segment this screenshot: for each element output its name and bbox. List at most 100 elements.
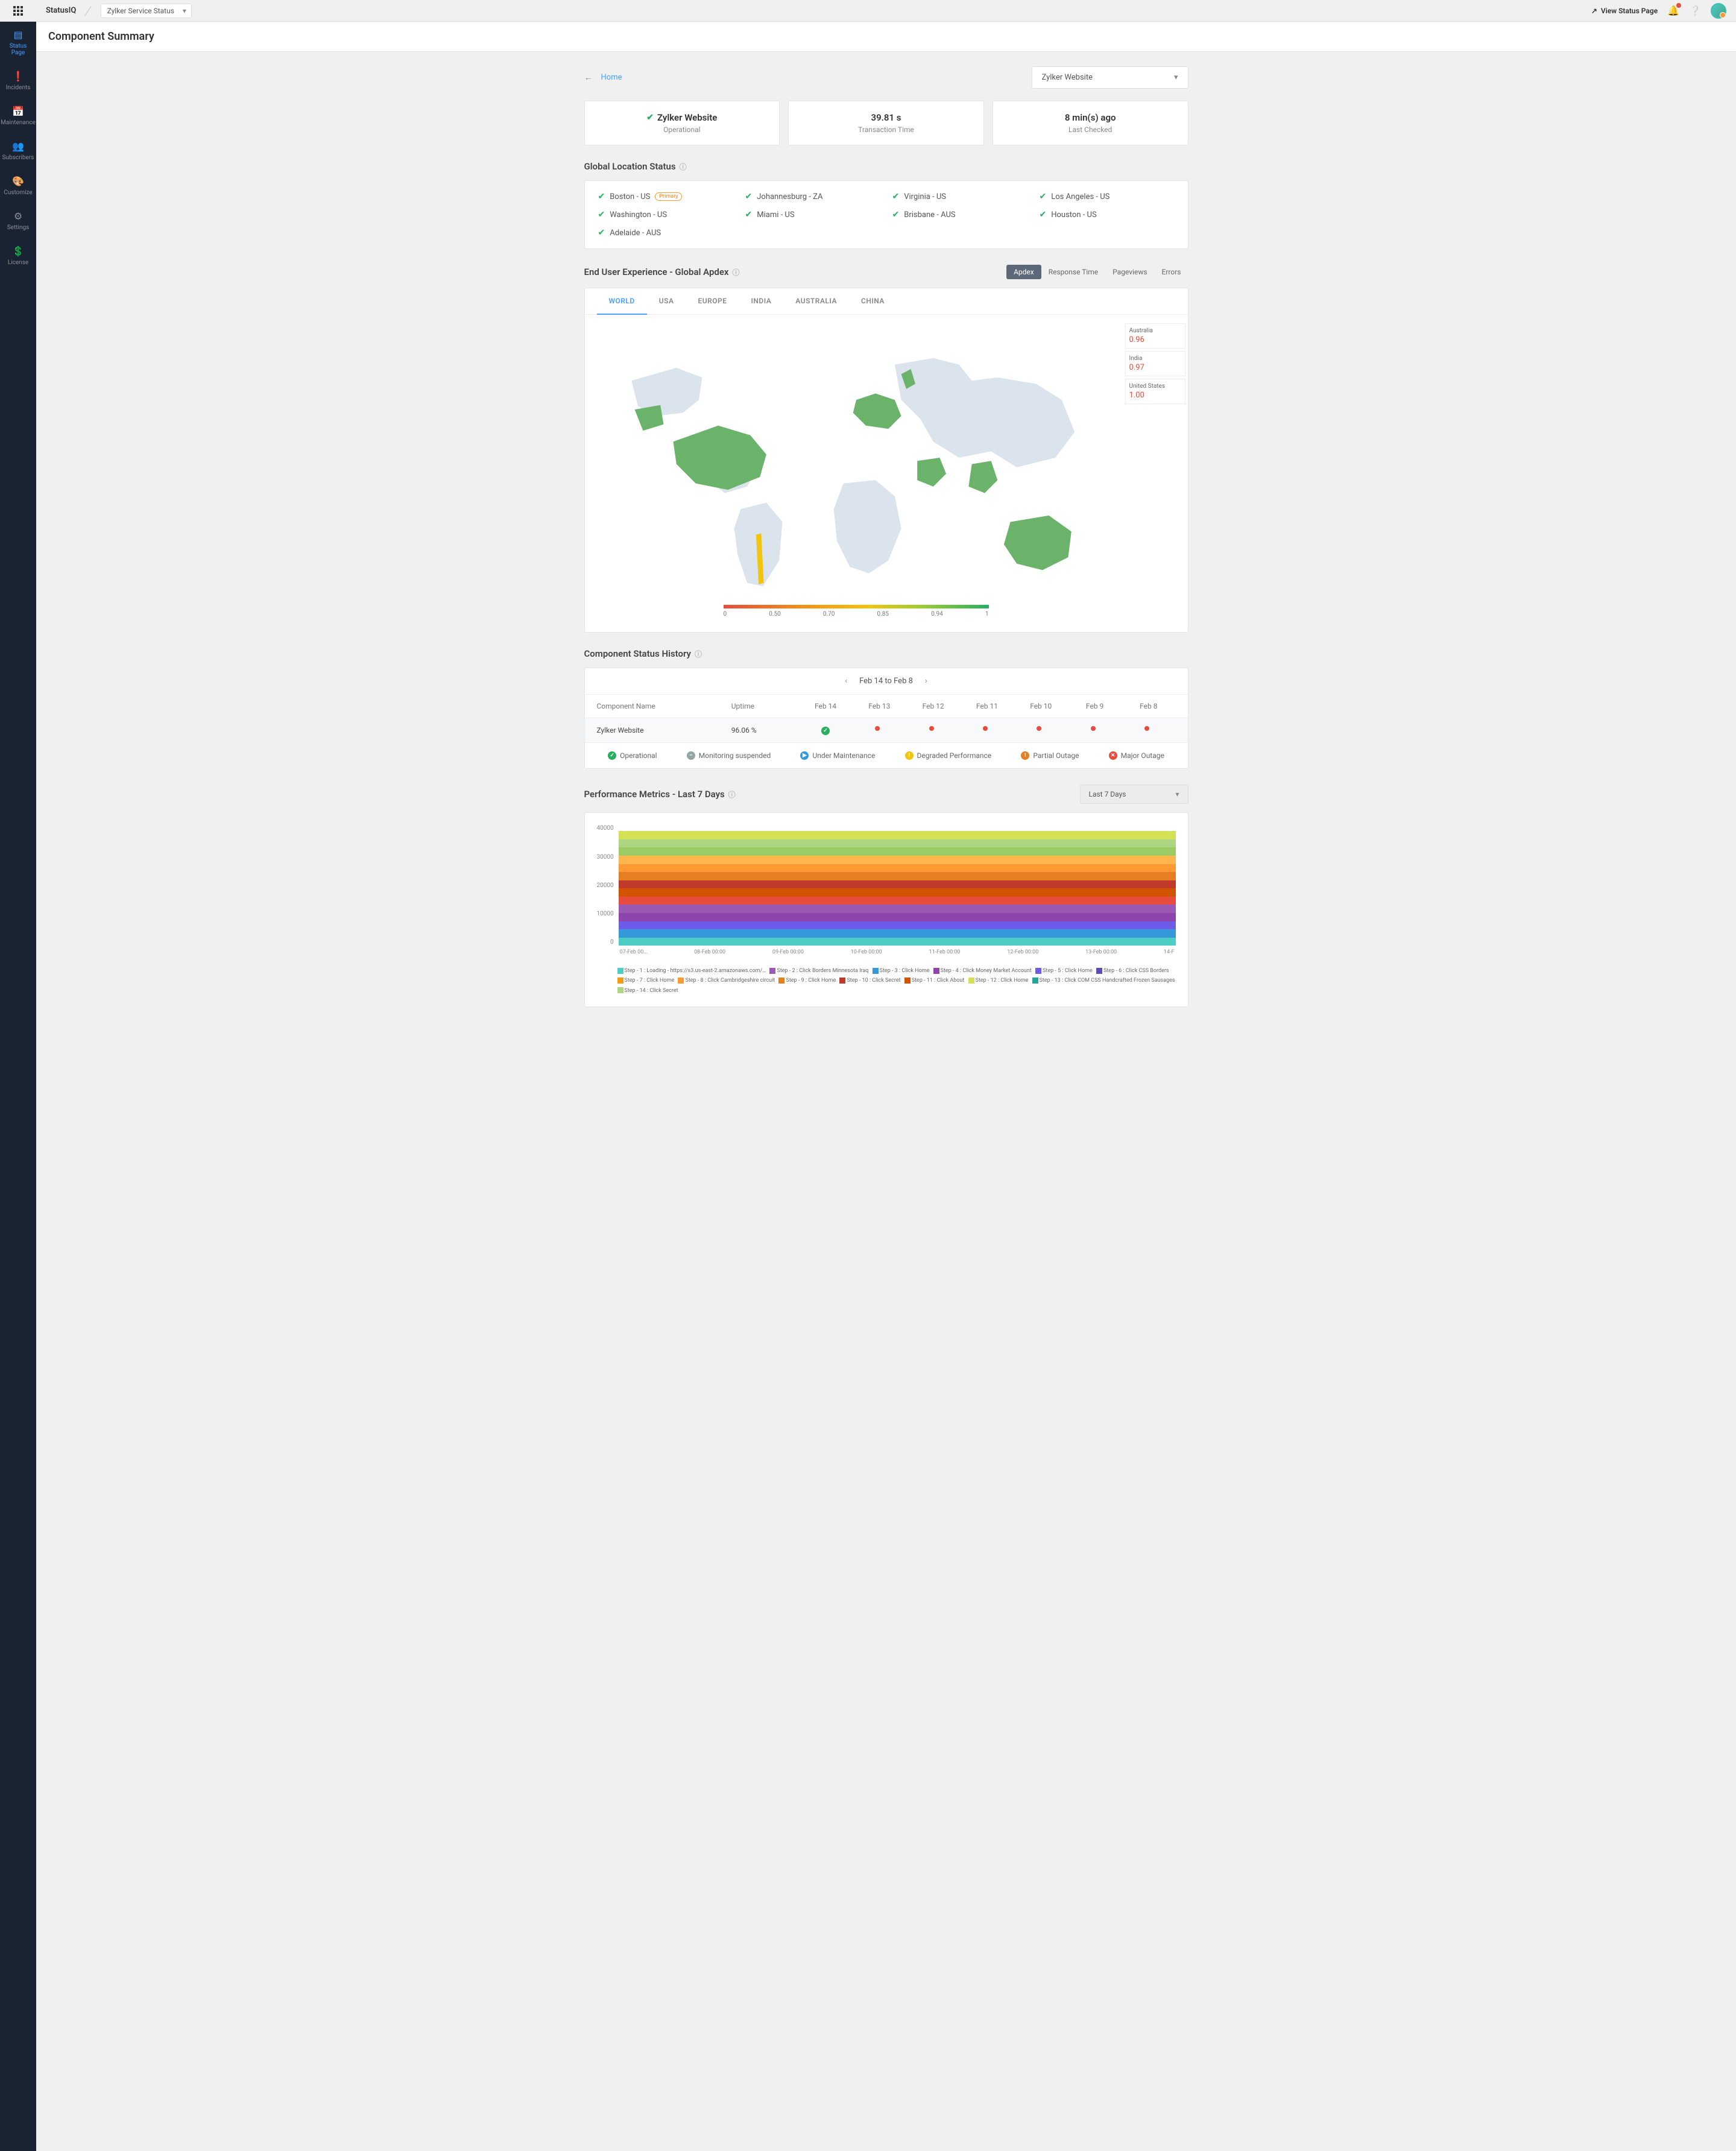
apps-icon: [13, 6, 23, 16]
legend-swatch: [873, 968, 879, 974]
summary-card-status: ✔Zylker Website Operational: [584, 101, 780, 145]
component-dropdown[interactable]: Zylker Website: [1032, 66, 1188, 89]
legend-swatch: [678, 978, 684, 984]
check-icon: ✓: [821, 727, 830, 735]
history-prev[interactable]: ‹: [845, 677, 847, 686]
region-tab-india[interactable]: INDIA: [739, 288, 783, 314]
perf-range-label: Last 7 Days: [1089, 790, 1126, 798]
history-next[interactable]: ›: [925, 677, 927, 686]
yaxis-tick: 40000: [597, 825, 614, 832]
nav-maintenance[interactable]: 📅 Maintenance: [0, 98, 36, 133]
legend-swatch: [1032, 978, 1038, 984]
info-icon[interactable]: ⓘ: [728, 789, 736, 800]
apdex-score: 0.97: [1129, 363, 1181, 372]
metric-tab-apdex[interactable]: Apdex: [1006, 265, 1041, 279]
history-panel: ‹ Feb 14 to Feb 8 › Component NameUptime…: [584, 668, 1188, 769]
legend-tick: 0.94: [931, 611, 943, 618]
info-icon[interactable]: ⓘ: [680, 162, 687, 172]
help-button[interactable]: ❔: [1689, 5, 1701, 16]
location-name: Adelaide - AUS: [610, 229, 661, 238]
region-tabs: WORLDUSAEUROPEINDIAAUSTRALIACHINA: [585, 288, 1188, 315]
info-icon[interactable]: ⓘ: [695, 649, 702, 659]
breadcrumb-home[interactable]: Home: [601, 73, 622, 82]
region-tab-europe[interactable]: EUROPE: [686, 288, 739, 314]
history-day-status: ✓: [798, 725, 852, 735]
performance-range-dropdown[interactable]: Last 7 Days: [1080, 785, 1188, 804]
card-title: 39.81 s: [871, 112, 901, 123]
legend-swatch: [904, 978, 911, 984]
check-icon: ✔: [1040, 210, 1047, 220]
notifications-button[interactable]: 🔔: [1667, 5, 1679, 16]
check-icon: ✔: [892, 192, 900, 201]
locations-panel: ✔Boston - USPrimary✔Johannesburg - ZA✔Vi…: [584, 180, 1188, 249]
status-legend-label: Major Outage: [1121, 751, 1164, 760]
yaxis-tick: 30000: [597, 854, 614, 861]
nav-label: Settings: [7, 224, 30, 231]
nav-incidents[interactable]: ❗ Incidents: [0, 63, 36, 98]
legend-label: Step - 1 : Loading - https://s3.us-east-…: [625, 968, 766, 974]
history-col-header: Feb 8: [1122, 702, 1175, 710]
nav-customize[interactable]: 🎨 Customize: [0, 168, 36, 203]
nav-label: Incidents: [6, 84, 31, 91]
location-name: Virginia - US: [904, 192, 946, 201]
users-icon: 👥: [12, 141, 24, 152]
apps-launcher[interactable]: [0, 0, 36, 22]
legend-tick: 0.70: [823, 611, 835, 618]
legend-swatch: [1035, 968, 1041, 974]
notification-badge: [1676, 3, 1681, 8]
view-link-label: View Status Page: [1601, 7, 1658, 15]
service-dropdown[interactable]: Zylker Service Status: [101, 4, 192, 18]
summary-card-transaction: 39.81 s Transaction Time: [788, 101, 984, 145]
legend-swatch: [1096, 968, 1102, 974]
info-icon[interactable]: ⓘ: [733, 267, 740, 277]
location-item: ✔Miami - US: [745, 210, 880, 220]
history-row: Zylker Website96.06 %✓: [585, 718, 1188, 742]
status-dot-icon: !: [1021, 751, 1029, 760]
metric-tab-errors[interactable]: Errors: [1155, 265, 1188, 279]
location-item: ✔Washington - US: [598, 210, 733, 220]
legend-label: Step - 8 : Click Cambridgeshire circuit: [685, 978, 775, 984]
yaxis-tick: 10000: [597, 911, 614, 917]
history-col-header: Uptime: [731, 702, 799, 710]
metric-tab-pageviews[interactable]: Pageviews: [1105, 265, 1154, 279]
nav-settings[interactable]: ⚙ Settings: [0, 203, 36, 238]
apdex-country: United States: [1129, 383, 1181, 390]
region-tab-world[interactable]: WORLD: [597, 288, 647, 315]
nav-license[interactable]: 💲 License: [0, 238, 36, 273]
metric-tab-response-time[interactable]: Response Time: [1041, 265, 1105, 279]
history-col-header: Feb 11: [960, 702, 1014, 710]
region-tab-china[interactable]: CHINA: [849, 288, 897, 314]
view-status-page-link[interactable]: ↗ View Status Page: [1591, 7, 1658, 15]
legend-label: Step - 14 : Click Secret: [625, 988, 678, 994]
back-button[interactable]: ←: [584, 72, 593, 83]
nav-status-page[interactable]: ▤ Status Page: [0, 22, 36, 63]
xaxis-tick: 14-F: [1164, 949, 1175, 955]
history-col-header: Component Name: [597, 702, 731, 710]
status-legend-item: ✕Major Outage: [1109, 751, 1164, 760]
chart-legend: Step - 1 : Loading - https://s3.us-east-…: [585, 961, 1188, 1006]
legend-label: Step - 12 : Click Home: [976, 978, 1029, 984]
region-tab-usa[interactable]: USA: [647, 288, 686, 314]
status-legend-label: Partial Outage: [1033, 751, 1079, 760]
status-legend-item: –Monitoring suspended: [687, 751, 771, 760]
history-col-header: Feb 13: [853, 702, 906, 710]
separator: /: [84, 4, 93, 18]
nav-subscribers[interactable]: 👥 Subscribers: [0, 133, 36, 168]
nav-label: Status Page: [2, 43, 34, 56]
check-icon: ✔: [646, 113, 654, 122]
page-header: Component Summary: [36, 22, 1736, 52]
status-dot-icon: !: [905, 751, 914, 760]
check-icon: ✔: [598, 228, 605, 238]
user-avatar[interactable]: [1711, 3, 1726, 19]
history-component-name: Zylker Website: [597, 726, 731, 734]
apdex-score-box: India0.97: [1125, 351, 1185, 376]
region-tab-australia[interactable]: AUSTRALIA: [783, 288, 849, 314]
legend-label: Step - 6 : Click CSS Borders: [1103, 968, 1169, 974]
service-label: Zylker Service Status: [107, 7, 174, 15]
legend-tick: 0.85: [877, 611, 889, 618]
card-sub: Transaction Time: [800, 125, 973, 134]
apdex-score-box: United States1.00: [1125, 379, 1185, 404]
gear-icon: ⚙: [14, 210, 22, 222]
status-dot-icon: –: [687, 751, 695, 760]
check-icon: ✔: [745, 210, 753, 220]
